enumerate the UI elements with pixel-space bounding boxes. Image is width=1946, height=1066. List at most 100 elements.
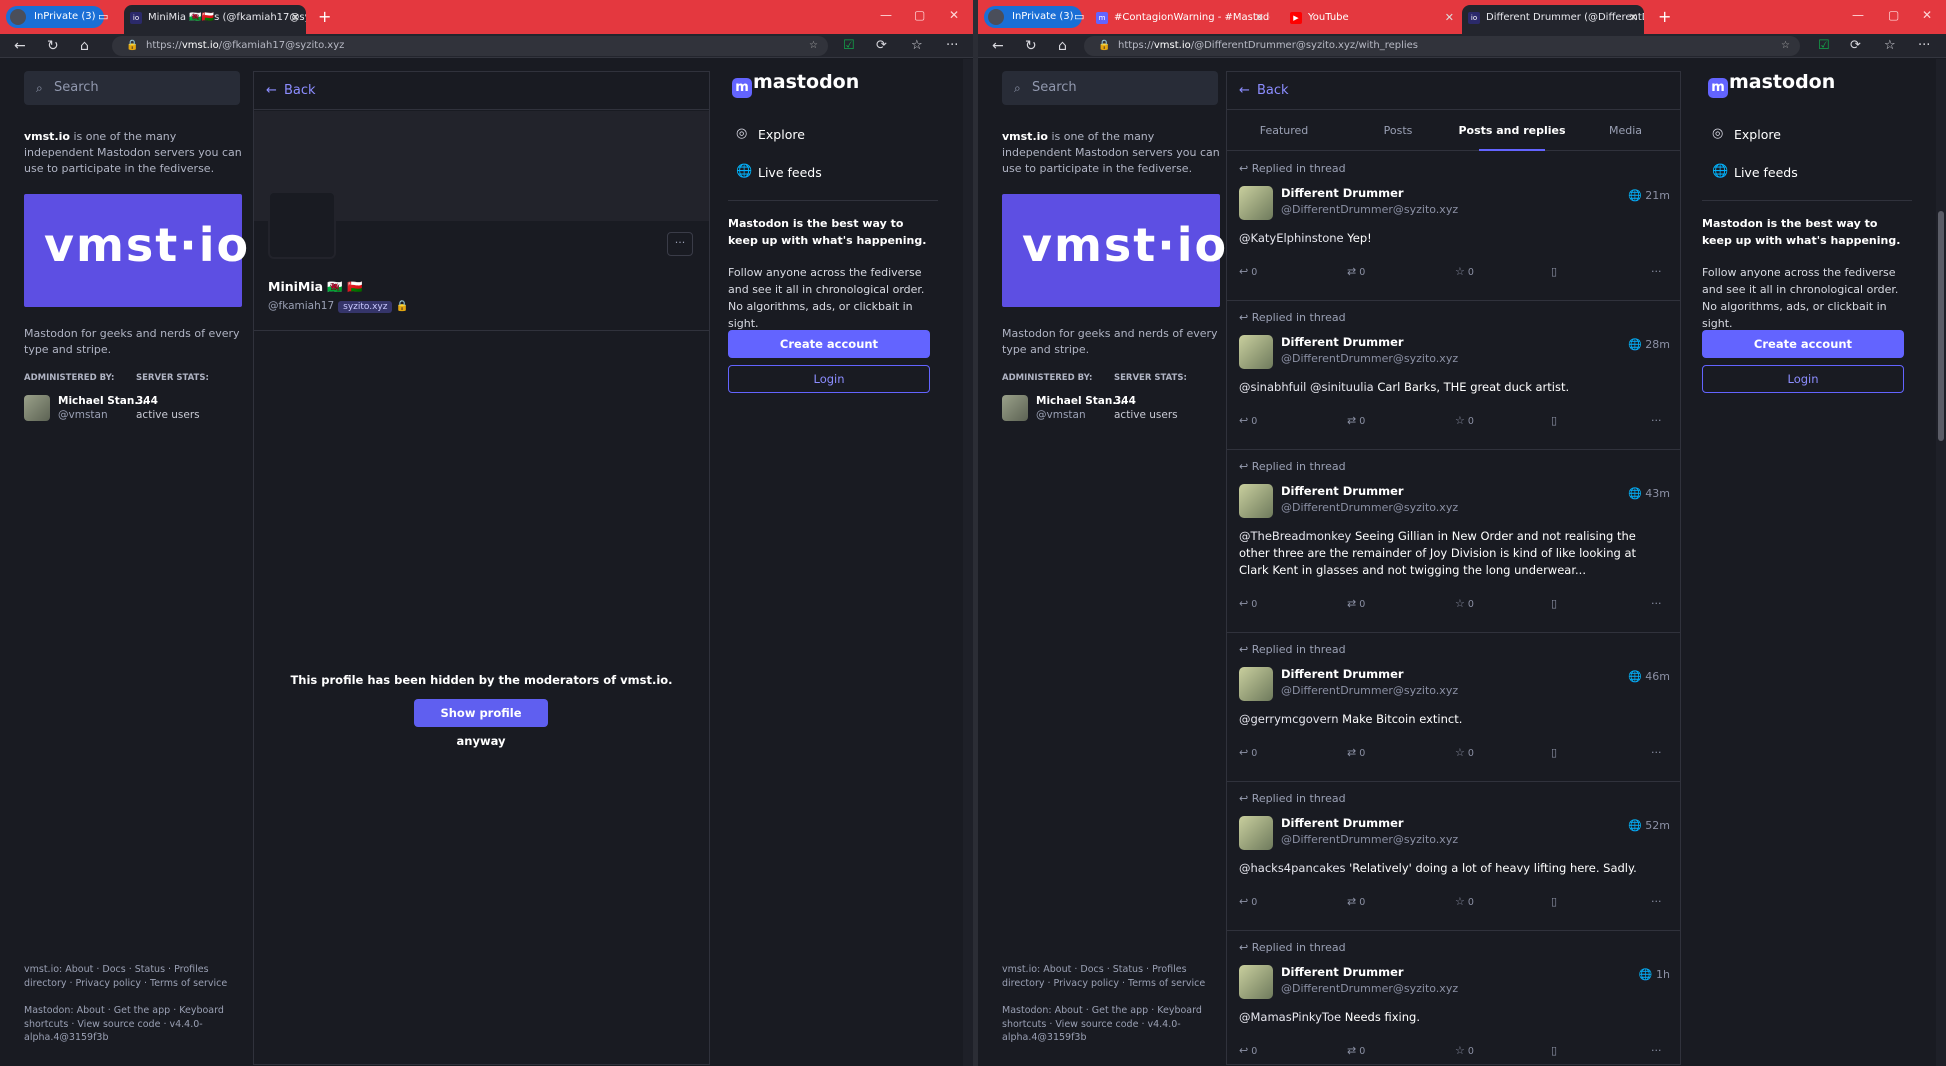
tab-minimia[interactable]: io MiniMia 🏴󠁧󠁢󠁷󠁬󠁳󠁿🇴🇲s (@fkamiah17@syz ✕ — [124, 5, 306, 34]
boost-button[interactable]: ⇄ 0 — [1347, 895, 1365, 908]
footer-mastodon-links[interactable]: Mastodon: About · Get the app · Keyboard… — [24, 1004, 244, 1045]
menu-icon[interactable]: ··· — [1918, 34, 1930, 58]
post-item[interactable]: ↩ Replied in thread Different Drummer @Dif… — [1227, 450, 1680, 633]
post-timestamp[interactable]: 🌐 1h — [1639, 968, 1670, 981]
admin-name[interactable]: Michael Stan... — [58, 395, 146, 407]
post-timestamp[interactable]: 🌐 21m — [1628, 189, 1670, 202]
scrollbar-track[interactable] — [963, 59, 973, 1066]
favorites-icon[interactable]: ☆ — [1884, 34, 1896, 58]
boost-button[interactable]: ⇄ 0 — [1347, 746, 1365, 759]
boost-button[interactable]: ⇄ 0 — [1347, 414, 1365, 427]
tab-featured[interactable]: Featured — [1227, 111, 1341, 151]
post-item[interactable]: ↩ Replied in thread Different Drummer @Dif… — [1227, 931, 1680, 1066]
post-item[interactable]: ↩ Replied in thread Different Drummer @Dif… — [1227, 782, 1680, 931]
close-window-icon[interactable]: ✕ — [949, 0, 959, 30]
bookmark-button[interactable]: ▯ — [1551, 265, 1557, 278]
post-mention[interactable]: @sinabhfuil @sinituulia — [1239, 380, 1374, 394]
login-button[interactable]: Login — [728, 365, 930, 393]
refresh-icon[interactable]: ↻ — [1025, 34, 1037, 58]
back-button[interactable]: ← Back — [254, 72, 709, 110]
footer-server-links[interactable]: vmst.io: About · Docs · Status · Profile… — [1002, 963, 1222, 990]
refresh-icon[interactable]: ↻ — [47, 34, 59, 58]
nav-explore[interactable]: ◎ Explore — [736, 126, 805, 142]
post-mention[interactable]: @KatyElphinstone — [1239, 231, 1344, 245]
post-author-handle[interactable]: @DifferentDrummer@syzito.xyz — [1281, 352, 1458, 365]
login-button[interactable]: Login — [1702, 365, 1904, 393]
post-author-name[interactable]: Different Drummer — [1281, 335, 1404, 349]
post-item[interactable]: ↩ Replied in thread Different Drummer @Dif… — [1227, 152, 1680, 301]
more-button[interactable]: ··· — [1651, 414, 1662, 427]
post-author-name[interactable]: Different Drummer — [1281, 965, 1404, 979]
replied-in-thread[interactable]: ↩ Replied in thread — [1239, 311, 1346, 324]
post-mention[interactable]: @MamasPinkyToe — [1239, 1010, 1341, 1024]
more-button[interactable]: ··· — [1651, 597, 1662, 610]
new-tab-icon[interactable]: + — [318, 0, 331, 34]
back-button[interactable]: ← Back — [1227, 72, 1680, 110]
post-timestamp[interactable]: 🌐 28m — [1628, 338, 1670, 351]
maximize-icon[interactable]: ▢ — [914, 0, 925, 30]
url-field[interactable]: 🔒 https://vmst.io/@fkamiah17@syzito.xyz … — [112, 36, 828, 56]
replied-in-thread[interactable]: ↩ Replied in thread — [1239, 460, 1346, 473]
replied-in-thread[interactable]: ↩ Replied in thread — [1239, 792, 1346, 805]
reply-button[interactable]: ↩ 0 — [1239, 414, 1257, 427]
extensions-icon[interactable]: ⟳ — [1850, 34, 1861, 58]
bookmark-button[interactable]: ▯ — [1551, 1044, 1557, 1057]
more-options-button[interactable]: ··· — [667, 232, 693, 256]
extension-check-icon[interactable]: ☑ — [843, 34, 855, 58]
post-item[interactable]: ↩ Replied in thread Different Drummer @Dif… — [1227, 301, 1680, 450]
favorites-icon[interactable]: ☆ — [911, 34, 923, 58]
admin-name[interactable]: Michael Stan... — [1036, 395, 1124, 407]
create-account-button[interactable]: Create account — [728, 330, 930, 358]
nav-live-feeds[interactable]: 🌐 Live feeds — [736, 164, 822, 180]
post-avatar[interactable] — [1239, 335, 1273, 369]
reply-button[interactable]: ↩ 0 — [1239, 895, 1257, 908]
back-icon[interactable]: ← — [992, 34, 1004, 58]
tab-posts[interactable]: Posts — [1341, 111, 1455, 151]
boost-button[interactable]: ⇄ 0 — [1347, 265, 1365, 278]
home-icon[interactable]: ⌂ — [80, 34, 89, 58]
replied-in-thread[interactable]: ↩ Replied in thread — [1239, 162, 1346, 175]
post-author-name[interactable]: Different Drummer — [1281, 667, 1404, 681]
post-timestamp[interactable]: 🌐 46m — [1628, 670, 1670, 683]
replied-in-thread[interactable]: ↩ Replied in thread — [1239, 643, 1346, 656]
more-button[interactable]: ··· — [1651, 265, 1662, 278]
favorite-star-icon[interactable]: ☆ — [809, 36, 818, 56]
scrollbar-track[interactable] — [1936, 59, 1946, 1066]
admin-avatar[interactable] — [24, 395, 50, 421]
tab-posts-and-replies[interactable]: Posts and replies — [1455, 111, 1569, 151]
tab-youtube[interactable]: ▶ YouTube ✕ — [1284, 5, 1460, 34]
close-icon[interactable]: ✕ — [291, 5, 300, 31]
favorite-button[interactable]: ☆ 0 — [1455, 1044, 1474, 1057]
extensions-icon[interactable]: ⟳ — [876, 34, 887, 58]
reply-button[interactable]: ↩ 0 — [1239, 1044, 1257, 1057]
admin-handle[interactable]: @vmstan — [58, 409, 108, 421]
post-avatar[interactable] — [1239, 667, 1273, 701]
tab-different-drummer[interactable]: io Different Drummer (@DifferentD ✕ — [1462, 5, 1644, 34]
post-author-handle[interactable]: @DifferentDrummer@syzito.xyz — [1281, 203, 1458, 216]
more-button[interactable]: ··· — [1651, 895, 1662, 908]
domain-badge[interactable]: syzito.xyz — [338, 301, 393, 313]
close-icon[interactable]: ✕ — [1445, 5, 1454, 31]
inprivate-badge[interactable]: InPrivate (3) — [984, 6, 1082, 28]
new-tab-icon[interactable]: + — [1658, 0, 1671, 34]
reply-button[interactable]: ↩ 0 — [1239, 597, 1257, 610]
tab-actions-icon[interactable]: ▭ — [98, 0, 108, 34]
minimize-icon[interactable]: — — [880, 0, 892, 30]
tab-media[interactable]: Media — [1569, 111, 1682, 151]
more-button[interactable]: ··· — [1651, 746, 1662, 759]
mastodon-logo[interactable]: m mastodon — [1708, 71, 1835, 98]
post-author-name[interactable]: Different Drummer — [1281, 816, 1404, 830]
close-window-icon[interactable]: ✕ — [1922, 0, 1932, 30]
bookmark-button[interactable]: ▯ — [1551, 746, 1557, 759]
post-author-handle[interactable]: @DifferentDrummer@syzito.xyz — [1281, 684, 1458, 697]
boost-button[interactable]: ⇄ 0 — [1347, 1044, 1365, 1057]
url-field[interactable]: 🔒 https://vmst.io/@DifferentDrummer@syzi… — [1084, 36, 1800, 56]
favorite-star-icon[interactable]: ☆ — [1781, 36, 1790, 56]
admin-handle[interactable]: @vmstan — [1036, 409, 1086, 421]
post-author-handle[interactable]: @DifferentDrummer@syzito.xyz — [1281, 982, 1458, 995]
favorite-button[interactable]: ☆ 0 — [1455, 414, 1474, 427]
post-mention[interactable]: @TheBreadmonkey — [1239, 529, 1351, 543]
show-profile-button[interactable]: Show profile anyway — [414, 699, 548, 748]
home-icon[interactable]: ⌂ — [1058, 34, 1067, 58]
post-author-name[interactable]: Different Drummer — [1281, 484, 1404, 498]
